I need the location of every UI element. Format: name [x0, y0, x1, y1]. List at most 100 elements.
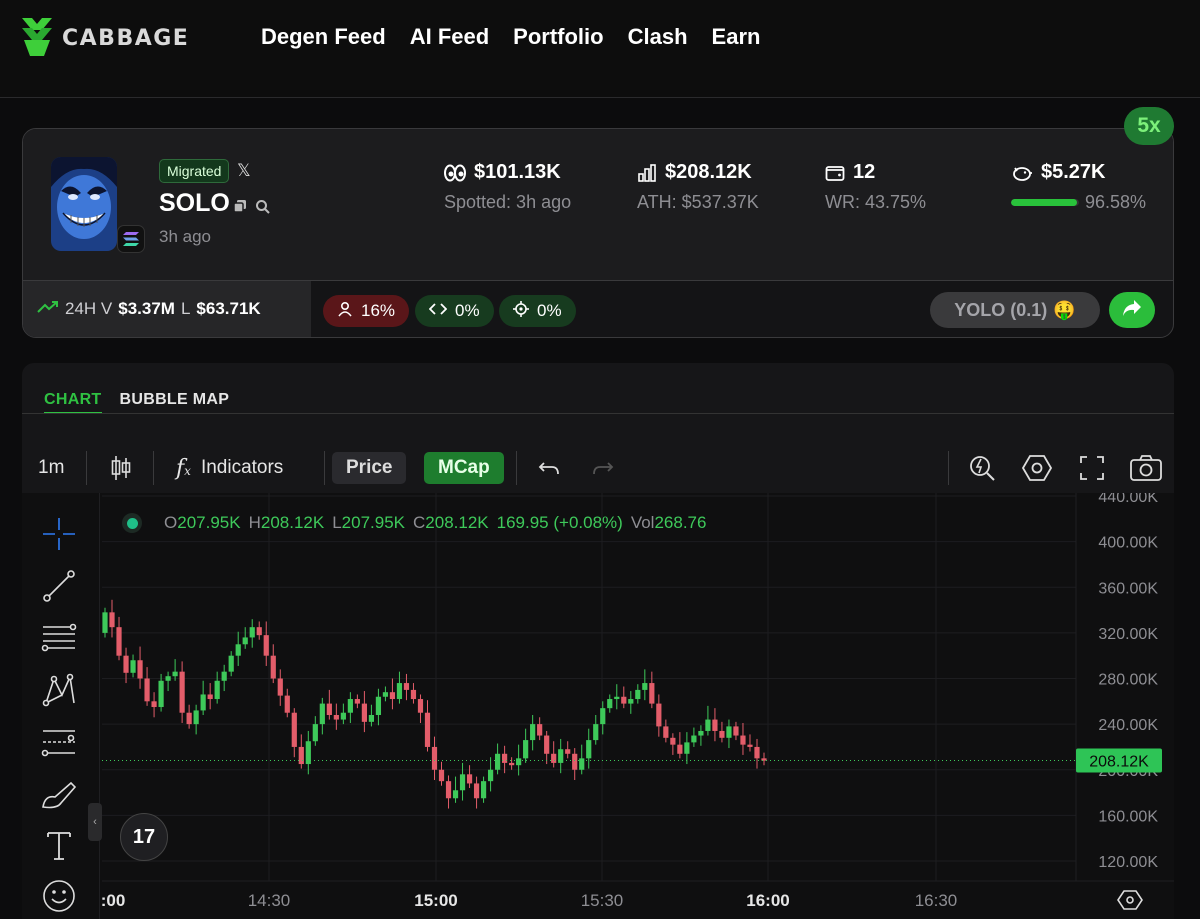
mcap-toggle-label: MCap: [424, 452, 504, 484]
text-tool-icon[interactable]: [40, 827, 78, 865]
candle-body: [438, 769, 445, 782]
crosshair-tool-icon[interactable]: [40, 515, 78, 553]
fib-tool-icon[interactable]: [40, 619, 78, 657]
mcap-value: $208.12K: [665, 161, 752, 183]
token-card-header: Migrated 𝕏 SOLO 3h ago $101.13K Spotted:…: [23, 129, 1173, 281]
x-tick-label: 15:30: [581, 891, 624, 910]
token-card-footer: 24H V $3.37M L $63.71K 16% 0% 0% YOLO (0…: [23, 281, 1173, 337]
nav-portfolio[interactable]: Portfolio: [513, 24, 603, 50]
candle-body: [312, 724, 318, 742]
price-toggle-label: Price: [332, 452, 407, 484]
settings-icon[interactable]: [1022, 443, 1052, 493]
candle-body: [291, 712, 297, 747]
quick-search-icon[interactable]: [968, 443, 996, 493]
trendline-tool-icon[interactable]: [40, 567, 78, 605]
candle-body: [193, 710, 199, 725]
token-avatar: [51, 157, 117, 251]
ohlc-legend: O207.95K H208.12K L207.95K C208.12K 169.…: [122, 513, 706, 533]
candle-body: [165, 676, 171, 681]
undo-icon[interactable]: [538, 443, 560, 493]
dev-percent: 0%: [455, 301, 480, 320]
indicators-button[interactable]: fx Indicators: [176, 443, 283, 493]
candle-body: [424, 712, 431, 747]
prediction-tool-icon[interactable]: [40, 723, 78, 761]
spotted-label: Spotted: 3h ago: [444, 192, 572, 212]
candle-body: [158, 680, 164, 708]
yolo-label: YOLO (0.1): [954, 299, 1048, 320]
brush-tool-icon[interactable]: [40, 775, 78, 813]
redo-icon[interactable]: [592, 443, 614, 493]
candle-body: [670, 737, 676, 745]
copy-icon[interactable]: [233, 199, 247, 213]
price-chart[interactable]: 440.00K 400.00K 360.00K 320.00K 280.00K 240.0…: [22, 493, 1174, 919]
candle-body: [228, 655, 234, 672]
x-tick-label: 16:30: [915, 891, 958, 910]
visibility-dot-icon[interactable]: [122, 513, 142, 533]
x-twitter-icon[interactable]: 𝕏: [237, 162, 255, 180]
search-icon[interactable]: [255, 199, 270, 214]
candle-body: [333, 715, 339, 720]
candle-body: [459, 774, 466, 791]
price-toggle[interactable]: Price: [332, 443, 407, 493]
ohlc-change: 169.95 (+0.08%): [496, 513, 623, 532]
toolbar-divider: [948, 451, 949, 485]
candle-body: [277, 678, 283, 696]
logo[interactable]: CABBAGE: [22, 18, 189, 58]
fullscreen-icon[interactable]: [1080, 443, 1104, 493]
candle-body: [480, 781, 487, 799]
candle-body: [347, 699, 353, 713]
holders-pill[interactable]: 16%: [323, 295, 410, 327]
camera-icon[interactable]: [1130, 443, 1162, 493]
emoji-tool-icon[interactable]: [40, 877, 78, 915]
tradingview-logo[interactable]: 17: [120, 813, 168, 861]
nav-ai-feed[interactable]: AI Feed: [410, 24, 489, 50]
candle-body: [431, 746, 438, 770]
ohlc-low: L207.95K: [332, 513, 406, 532]
candle-body: [656, 703, 662, 727]
candle-body: [382, 692, 389, 697]
candle-body: [579, 758, 585, 770]
mcap-toggle[interactable]: MCap: [424, 443, 504, 493]
snipers-pill[interactable]: 0%: [499, 295, 576, 327]
money-face-icon: 🤑: [1053, 299, 1076, 320]
candle-body: [375, 696, 382, 715]
nav-degen-feed[interactable]: Degen Feed: [261, 24, 386, 50]
bar-chart-icon: [637, 163, 657, 182]
candle-body: [733, 726, 739, 736]
candle-body: [607, 699, 613, 709]
yolo-buy-button[interactable]: YOLO (0.1) 🤑: [930, 292, 1100, 328]
candle-body: [235, 644, 241, 656]
top-nav: CABBAGE Degen Feed AI Feed Portfolio Cla…: [0, 0, 1200, 98]
wallets-stat: 12 WR: 43.75%: [825, 161, 926, 213]
candle-body: [642, 683, 648, 690]
eyes-icon: [444, 164, 466, 182]
user-icon: [337, 301, 353, 322]
interval-selector[interactable]: 1m: [38, 443, 64, 493]
share-button[interactable]: [1109, 292, 1155, 328]
liquidity-prefix: L: [180, 299, 191, 318]
candle-body: [487, 769, 494, 782]
dev-pill[interactable]: 0%: [415, 295, 494, 327]
candlestick-chart[interactable]: 440.00K 400.00K 360.00K 320.00K 280.00K 240.0…: [22, 493, 1174, 919]
candle-body: [593, 724, 599, 741]
nav-clash[interactable]: Clash: [628, 24, 688, 50]
ohlc-high: H208.12K: [248, 513, 325, 532]
bank-value: $5.27K: [1041, 161, 1106, 183]
candle-body: [551, 753, 557, 763]
collapse-toolbar-button[interactable]: ‹: [88, 803, 102, 841]
candle-body: [249, 627, 255, 638]
y-tick-label: 400.00K: [1098, 535, 1158, 552]
crosshair-icon: [513, 300, 529, 322]
nav-earn[interactable]: Earn: [712, 24, 761, 50]
winrate-label: WR: 43.75%: [825, 192, 927, 212]
tab-bubble-map[interactable]: BUBBLE MAP: [120, 391, 230, 414]
candles-icon[interactable]: [110, 443, 132, 493]
snipers-percent: 0%: [537, 301, 562, 320]
bank-progress-bar: [1011, 199, 1079, 206]
tab-chart[interactable]: CHART: [44, 391, 102, 414]
token-card[interactable]: Migrated 𝕏 SOLO 3h ago $101.13K Spotted:…: [22, 128, 1174, 338]
holders-percent: 16%: [361, 301, 396, 320]
candle-body: [284, 695, 290, 713]
pattern-tool-icon[interactable]: [40, 671, 78, 709]
token-name: SOLO: [159, 189, 230, 217]
